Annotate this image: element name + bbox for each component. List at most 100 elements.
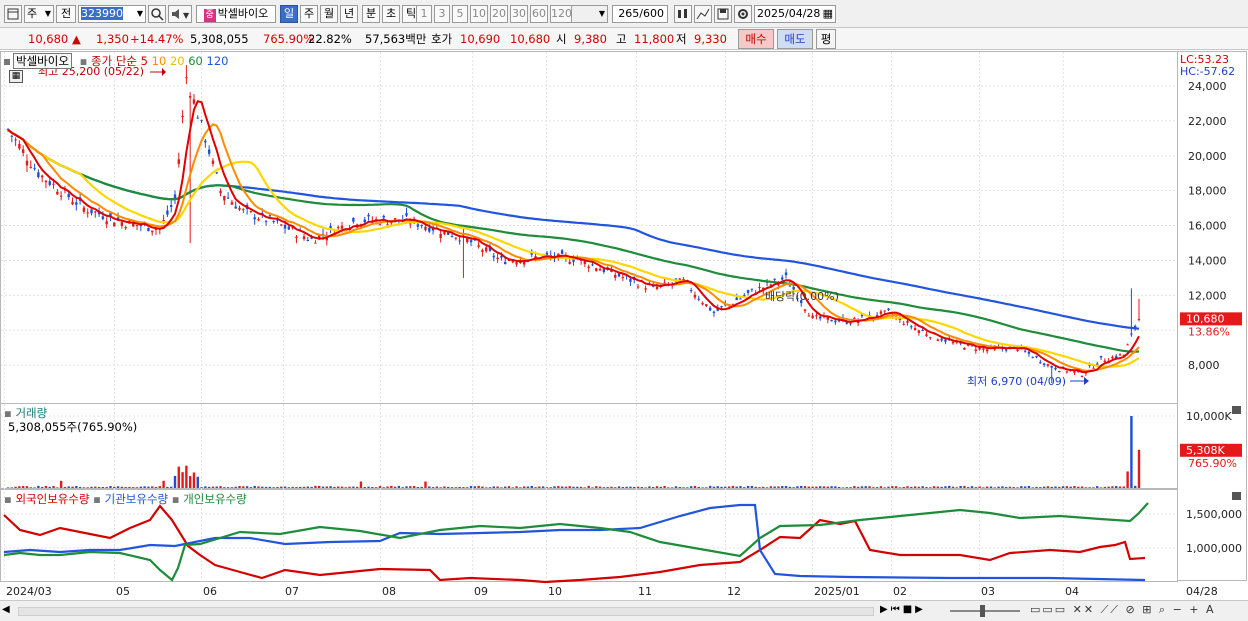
volume-bar — [1004, 487, 1008, 488]
period-tab-4[interactable]: 분 — [362, 5, 380, 23]
chart-area[interactable]: 최고 25,200 (05/22) 최저 6,970 (04/09) 배당락(0.0… — [0, 50, 1248, 600]
price-pane-title[interactable]: 박셀바이오 — [13, 53, 72, 69]
x-axis-label: 03 — [981, 585, 995, 598]
volume-bar — [708, 485, 712, 488]
scroll-left-icon[interactable]: ◀ — [2, 604, 16, 618]
volume-bar — [139, 486, 143, 488]
line-tool-icon[interactable] — [694, 5, 712, 23]
prev-button[interactable]: 전 — [56, 5, 76, 23]
interval-tab-120[interactable]: 120 — [550, 5, 572, 23]
volume-bar — [1122, 486, 1126, 488]
save-icon[interactable] — [714, 5, 732, 23]
ma60-label: 60 — [188, 54, 203, 68]
candle-body — [120, 222, 124, 226]
data-count-field[interactable]: 265/600 — [612, 5, 668, 23]
interval-tab-60[interactable]: 60 — [530, 5, 548, 23]
volume-bar — [978, 486, 981, 488]
volume-bar — [314, 485, 317, 488]
individual-holdings-label[interactable]: 개인보유수량 — [183, 492, 246, 506]
search-icon[interactable] — [148, 5, 166, 23]
volume-pane-title[interactable]: 거래량 — [15, 406, 47, 420]
grid-toggle-icon[interactable]: ▦ — [9, 70, 23, 83]
candle-body — [59, 195, 63, 197]
volume-bar — [151, 486, 154, 488]
ma5-label: 5 — [140, 54, 148, 68]
volume-bar — [1035, 486, 1038, 488]
candle-body — [1031, 357, 1034, 359]
volume-bar — [401, 487, 404, 488]
institution-holdings-label[interactable]: 기관보유수량 — [105, 492, 168, 506]
candle-type-icon[interactable] — [674, 5, 692, 23]
candle-body — [818, 316, 822, 319]
candle-body — [910, 326, 913, 328]
volume-bar — [21, 486, 25, 488]
candle-body — [963, 347, 966, 350]
period-tab-2[interactable]: 월 — [320, 5, 338, 23]
zoom-slider[interactable] — [950, 610, 1020, 612]
candle-body — [929, 337, 932, 339]
interval-tab-20[interactable]: 20 — [490, 5, 508, 23]
calendar-icon[interactable]: ▦ — [823, 6, 833, 22]
buy-button[interactable]: 매수 — [738, 29, 774, 49]
interval-tab-10[interactable]: 10 — [470, 5, 488, 23]
volume-bar — [511, 487, 514, 488]
playback-controls[interactable]: ▶⏮■▶ — [880, 604, 926, 615]
interval-tab-5[interactable]: 5 — [452, 5, 468, 23]
horizontal-scrollbar[interactable] — [18, 607, 874, 616]
candle-body — [951, 341, 955, 344]
candle-body — [1130, 333, 1133, 335]
sell-button[interactable]: 매도 — [777, 29, 813, 49]
period-tab-1[interactable]: 주 — [300, 5, 318, 23]
candle-body — [595, 268, 598, 271]
foreign-holdings-label[interactable]: 외국인보유수량 — [15, 492, 89, 506]
candle-body — [192, 99, 196, 104]
period-type-select[interactable]: 주 ▼ — [24, 5, 54, 23]
volume-bar — [424, 481, 427, 488]
candle-body — [242, 209, 245, 211]
volume-bar — [921, 486, 924, 488]
volume-bar — [891, 486, 894, 488]
bid-price: 10,690 — [460, 32, 501, 46]
candle-body — [75, 202, 78, 205]
drawing-tools-icons[interactable]: ▭▭▭ ✕✕ ⟋⟋ ⊘ ⊞ ⌕ − + A — [1030, 603, 1216, 617]
date-field[interactable]: 2025/04/28 ▦ — [754, 5, 836, 23]
speaker-icon[interactable]: ▼ — [168, 5, 192, 23]
candle-body — [94, 211, 97, 213]
candle-body — [113, 222, 116, 227]
stock-name-field[interactable]: 중 박셀바이오 — [196, 5, 276, 23]
volume-bar — [120, 486, 124, 488]
volume-bar — [587, 485, 590, 488]
candle-body — [629, 278, 632, 282]
period-tab-3[interactable]: 년 — [340, 5, 358, 23]
candle-body — [1092, 367, 1095, 369]
x-axis-label: 11 — [638, 585, 652, 598]
chart-canvas[interactable]: 최고 25,200 (05/22)최저 6,970 (04/09)배당락(0.0… — [0, 50, 1248, 600]
interval-tab-3[interactable]: 3 — [434, 5, 450, 23]
avg-button[interactable]: 평 — [816, 29, 836, 49]
volume-bar — [412, 486, 416, 488]
volume-bar — [872, 487, 875, 488]
stock-code-input[interactable]: 323990 ▼ — [78, 5, 146, 23]
pane-handle-icon[interactable] — [4, 59, 10, 65]
volume-bar — [712, 486, 716, 488]
volume-bar — [731, 485, 735, 488]
chart-settings-icon[interactable] — [4, 5, 22, 23]
volume-bar — [177, 466, 180, 488]
candle-body — [196, 117, 199, 119]
volume-bar — [466, 487, 469, 488]
volume-bar — [765, 487, 769, 488]
candle-body — [1065, 371, 1069, 373]
volume-bar — [291, 486, 294, 488]
zoom-slider-handle[interactable] — [980, 605, 985, 617]
volume-bar — [716, 486, 719, 488]
volume-bar — [807, 486, 811, 488]
volume-bar — [242, 486, 245, 488]
period-tab-5[interactable]: 초 — [382, 5, 400, 23]
gear-icon[interactable] — [734, 5, 752, 23]
candle-body — [1126, 344, 1129, 346]
period-tab-0[interactable]: 일 — [280, 5, 298, 23]
custom-interval-select[interactable]: ▼ — [570, 5, 608, 23]
volume-bar — [853, 486, 856, 488]
interval-tab-1[interactable]: 1 — [416, 5, 432, 23]
interval-tab-30[interactable]: 30 — [510, 5, 528, 23]
